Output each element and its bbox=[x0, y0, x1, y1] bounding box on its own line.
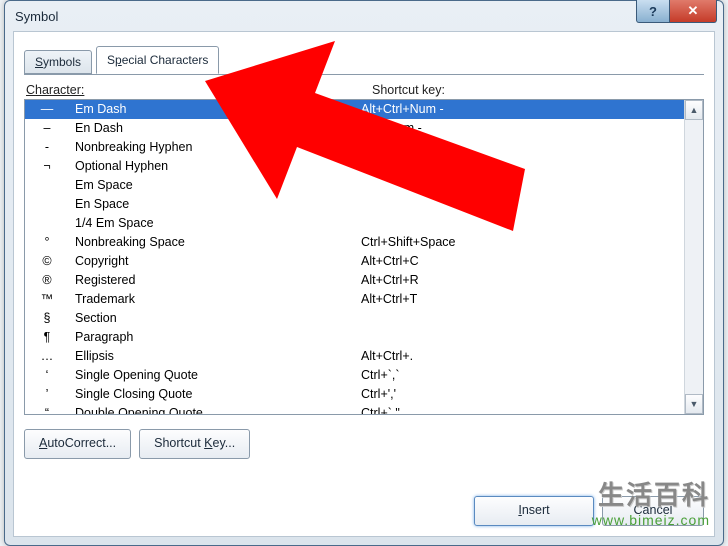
list-item-name: Ellipsis bbox=[69, 347, 285, 366]
list-item-name: Single Closing Quote bbox=[69, 385, 285, 404]
list-item-shortcut: Ctrl+Num - bbox=[285, 119, 684, 138]
list-item-name: Paragraph bbox=[69, 328, 285, 347]
list-item-shortcut bbox=[285, 309, 684, 328]
list-item-name: Nonbreaking Hyphen bbox=[69, 138, 285, 157]
list-item-shortcut: Ctrl+Shift+_ bbox=[285, 138, 684, 157]
list-item-shortcut: Alt+Ctrl+C bbox=[285, 252, 684, 271]
tab-symbols-label: Symbols bbox=[35, 55, 81, 69]
window-controls: ? ✕ bbox=[636, 0, 717, 23]
list-item-name: Em Space bbox=[69, 176, 285, 195]
list-item[interactable]: Em Space bbox=[25, 176, 684, 195]
list-item-glyph bbox=[25, 214, 69, 233]
list-item-shortcut bbox=[285, 176, 684, 195]
window-title: Symbol bbox=[15, 9, 58, 24]
list-item-shortcut: Alt+Ctrl+. bbox=[285, 347, 684, 366]
list-item-name: Trademark bbox=[69, 290, 285, 309]
list-item-shortcut: Alt+Ctrl+T bbox=[285, 290, 684, 309]
list-item-glyph: “ bbox=[25, 404, 69, 414]
list-item-shortcut: Alt+Ctrl+R bbox=[285, 271, 684, 290]
vertical-scrollbar[interactable]: ▲ ▼ bbox=[684, 100, 703, 414]
list-item[interactable]: ®RegisteredAlt+Ctrl+R bbox=[25, 271, 684, 290]
list-item-name: Double Opening Quote bbox=[69, 404, 285, 414]
list-item-name: Copyright bbox=[69, 252, 285, 271]
list-item-glyph: ° bbox=[25, 233, 69, 252]
list-item-glyph bbox=[25, 176, 69, 195]
list-item-name: 1/4 Em Space bbox=[69, 214, 285, 233]
list-item-shortcut: Ctrl+- bbox=[285, 157, 684, 176]
list-item-glyph: ’ bbox=[25, 385, 69, 404]
listbox-body: —Em DashAlt+Ctrl+Num -–En DashCtrl+Num -… bbox=[25, 100, 684, 414]
list-item-glyph: © bbox=[25, 252, 69, 271]
list-item[interactable]: —Em DashAlt+Ctrl+Num - bbox=[25, 100, 684, 119]
dialog-client: Symbols Special Characters Character: Sh… bbox=[13, 31, 715, 537]
list-item-glyph: § bbox=[25, 309, 69, 328]
list-headers: Character: Shortcut key: bbox=[24, 77, 704, 99]
dialog-window: Symbol ? ✕ Symbols Special Characters Ch… bbox=[4, 0, 724, 546]
close-button[interactable]: ✕ bbox=[670, 0, 717, 23]
list-item[interactable]: “Double Opening QuoteCtrl+`," bbox=[25, 404, 684, 414]
list-item-name: Registered bbox=[69, 271, 285, 290]
list-item-glyph: ™ bbox=[25, 290, 69, 309]
list-item-name: Section bbox=[69, 309, 285, 328]
list-item[interactable]: 1/4 Em Space bbox=[25, 214, 684, 233]
list-item-shortcut bbox=[285, 328, 684, 347]
list-item[interactable]: ¶Paragraph bbox=[25, 328, 684, 347]
header-shortcut: Shortcut key: bbox=[372, 83, 702, 97]
list-item[interactable]: ™TrademarkAlt+Ctrl+T bbox=[25, 290, 684, 309]
list-item[interactable]: ’Single Closing QuoteCtrl+',' bbox=[25, 385, 684, 404]
list-item[interactable]: §Section bbox=[25, 309, 684, 328]
list-item[interactable]: ¬Optional HyphenCtrl+- bbox=[25, 157, 684, 176]
list-item-name: Em Dash bbox=[69, 100, 285, 119]
list-item-glyph: – bbox=[25, 119, 69, 138]
list-item[interactable]: -Nonbreaking HyphenCtrl+Shift+_ bbox=[25, 138, 684, 157]
list-item-name: Single Opening Quote bbox=[69, 366, 285, 385]
cancel-button[interactable]: Cancel bbox=[602, 496, 704, 526]
list-item-glyph: ¶ bbox=[25, 328, 69, 347]
list-item-shortcut: Alt+Ctrl+Num - bbox=[285, 100, 684, 119]
scroll-up-icon[interactable]: ▲ bbox=[685, 100, 703, 120]
list-item-glyph: ® bbox=[25, 271, 69, 290]
list-item-name: En Space bbox=[69, 195, 285, 214]
shortcut-key-button[interactable]: Shortcut Key... bbox=[139, 429, 250, 459]
list-item-glyph: ‘ bbox=[25, 366, 69, 385]
list-item-glyph: — bbox=[25, 100, 69, 119]
list-item[interactable]: ‘Single Opening QuoteCtrl+`,` bbox=[25, 366, 684, 385]
list-item-name: Optional Hyphen bbox=[69, 157, 285, 176]
list-item[interactable]: °Nonbreaking SpaceCtrl+Shift+Space bbox=[25, 233, 684, 252]
list-item-glyph bbox=[25, 195, 69, 214]
dialog-buttons: Insert Cancel bbox=[474, 496, 704, 526]
insert-button[interactable]: Insert bbox=[474, 496, 594, 526]
scroll-down-icon[interactable]: ▼ bbox=[685, 394, 703, 414]
list-item[interactable]: –En DashCtrl+Num - bbox=[25, 119, 684, 138]
list-item-shortcut: Ctrl+`,` bbox=[285, 366, 684, 385]
list-item-glyph: … bbox=[25, 347, 69, 366]
list-item-glyph: - bbox=[25, 138, 69, 157]
tab-panel: Character: Shortcut key: —Em DashAlt+Ctr… bbox=[24, 74, 704, 459]
tab-special-characters-label: Special Characters bbox=[107, 53, 208, 67]
list-item-shortcut: Ctrl+',' bbox=[285, 385, 684, 404]
list-item-shortcut bbox=[285, 195, 684, 214]
list-item[interactable]: …EllipsisAlt+Ctrl+. bbox=[25, 347, 684, 366]
list-item-name: En Dash bbox=[69, 119, 285, 138]
list-item[interactable]: ©CopyrightAlt+Ctrl+C bbox=[25, 252, 684, 271]
list-item-shortcut: Ctrl+Shift+Space bbox=[285, 233, 684, 252]
list-item[interactable]: En Space bbox=[25, 195, 684, 214]
autocorrect-button[interactable]: AutoCorrect... bbox=[24, 429, 131, 459]
tab-symbols[interactable]: Symbols bbox=[24, 50, 92, 74]
action-buttons: AutoCorrect... Shortcut Key... bbox=[24, 429, 704, 459]
tab-special-characters[interactable]: Special Characters bbox=[96, 46, 219, 74]
character-listbox[interactable]: —Em DashAlt+Ctrl+Num -–En DashCtrl+Num -… bbox=[24, 99, 704, 415]
list-item-shortcut: Ctrl+`," bbox=[285, 404, 684, 414]
list-item-glyph: ¬ bbox=[25, 157, 69, 176]
list-item-shortcut bbox=[285, 214, 684, 233]
help-button[interactable]: ? bbox=[636, 0, 670, 23]
tabstrip: Symbols Special Characters bbox=[24, 42, 704, 74]
list-item-name: Nonbreaking Space bbox=[69, 233, 285, 252]
titlebar: Symbol ? ✕ bbox=[5, 1, 723, 33]
header-character: Character: bbox=[26, 83, 372, 97]
